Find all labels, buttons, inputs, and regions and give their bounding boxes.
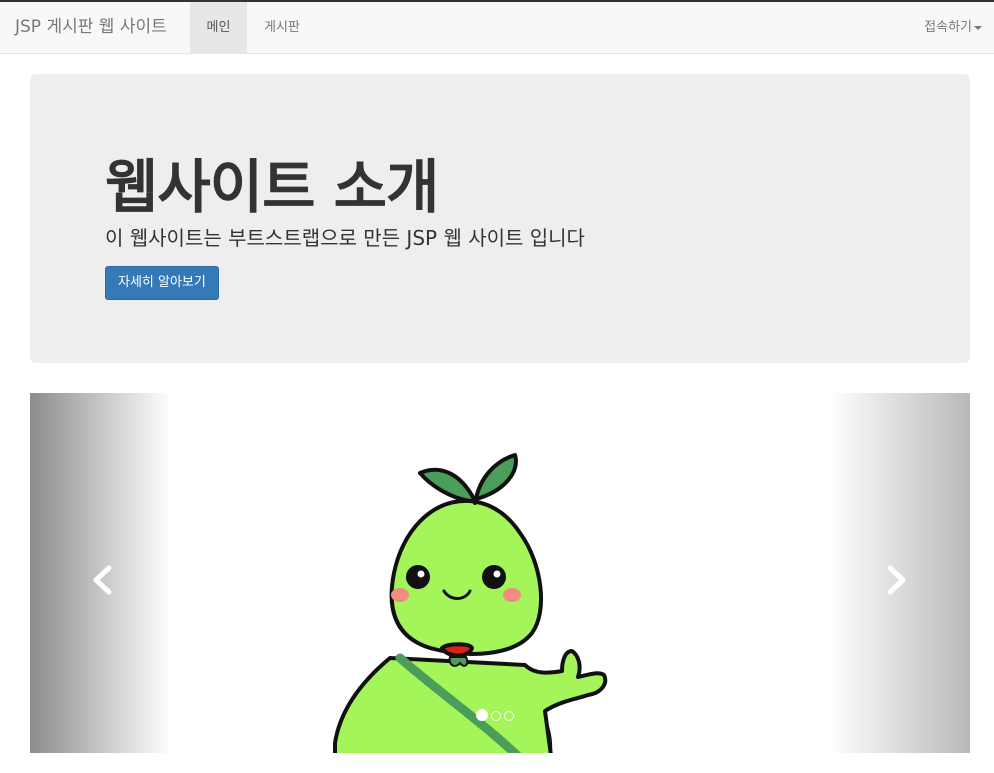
carousel-indicator-1[interactable] [476, 709, 488, 721]
intro-text: 이 웹사이트는 부트스트랩으로 만든 JSP 웹 사이트 입니다 [105, 226, 585, 250]
navbar: JSP 게시판 웹 사이트 메인 게시판 접속하기 [0, 2, 994, 54]
connect-dropdown-label: 접속하기 [924, 20, 972, 35]
carousel-indicator-2[interactable] [491, 711, 501, 721]
mascot-image [333, 453, 608, 753]
learn-more-button[interactable]: 자세히 알아보기 [105, 266, 219, 300]
carousel-indicators [476, 706, 517, 721]
nav-item-main[interactable]: 메인 [190, 2, 247, 53]
carousel-prev-button[interactable] [30, 393, 171, 753]
carousel-indicator-3[interactable] [504, 711, 514, 721]
chevron-left-icon [93, 565, 112, 595]
jumbotron: 웹사이트 소개 이 웹사이트는 부트스트랩으로 만든 JSP 웹 사이트 입니다… [30, 74, 970, 363]
carousel-next-button[interactable] [829, 393, 970, 753]
connect-dropdown[interactable]: 접속하기 [924, 2, 982, 53]
chevron-right-icon [887, 565, 906, 595]
nav-item-board[interactable]: 게시판 [247, 2, 317, 53]
caret-down-icon [974, 25, 982, 30]
page-title: 웹사이트 소개 [105, 153, 439, 221]
image-carousel [30, 393, 970, 753]
navbar-brand[interactable]: JSP 게시판 웹 사이트 [15, 2, 167, 53]
